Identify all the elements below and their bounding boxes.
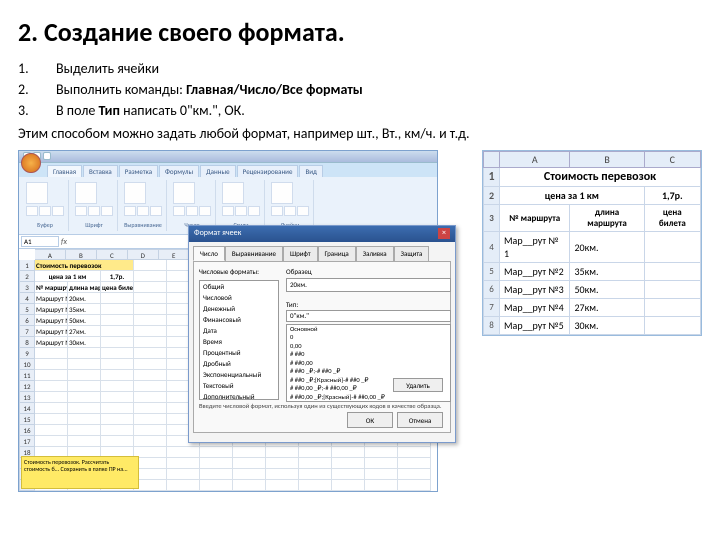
close-icon[interactable]: ×: [438, 228, 450, 239]
ribbon-tab[interactable]: Данные: [200, 165, 236, 177]
comment-note: Стоимость перевозок. Рассчитать стоимост…: [21, 456, 139, 489]
ribbon-tab[interactable]: Разметка: [119, 165, 158, 177]
dialog-tabs[interactable]: ЧислоВыравниваниеШрифтГраницаЗаливкаЗащи…: [189, 242, 455, 261]
dialog-help-text: Введите числовой формат, используя один …: [199, 402, 442, 410]
office-button[interactable]: [21, 153, 41, 173]
ribbon-tab[interactable]: Вставка: [83, 165, 118, 177]
name-box[interactable]: A1: [21, 236, 59, 247]
ribbon-tab[interactable]: Рецензирование: [237, 165, 299, 177]
ribbon-tab[interactable]: Вид: [299, 165, 323, 177]
zoom-table: ABC1Стоимость перевозок2цена за 1 км1,7р…: [482, 150, 702, 336]
page-title: 2. Создание своего формата.: [18, 16, 702, 48]
delete-button[interactable]: Удалить: [393, 378, 443, 392]
format-cells-dialog: Формат ячеек × ЧислоВыравниваниеШрифтГра…: [188, 225, 456, 443]
steps-list: 1.Выделить ячейки2.Выполнить команды: Гл…: [18, 58, 702, 121]
ribbon-tab[interactable]: Формулы: [159, 165, 199, 177]
note-text: Этим способом можно задать любой формат,…: [18, 125, 702, 142]
dialog-title: Формат ячеек: [194, 228, 241, 240]
type-label: Тип:: [286, 300, 298, 309]
sample-label: Образец 20км.: [286, 267, 451, 292]
category-list[interactable]: ОбщийЧисловойДенежныйФинансовыйДатаВремя…: [199, 280, 279, 400]
fx-icon[interactable]: fx: [61, 237, 67, 247]
type-input[interactable]: 0"км.": [286, 310, 451, 322]
ribbon-tab[interactable]: Главная: [47, 165, 82, 177]
ribbon-tabs[interactable]: ГлавнаяВставкаРазметкаФормулыДанныеРецен…: [19, 163, 437, 177]
ok-button[interactable]: ОК: [347, 412, 393, 428]
cancel-button[interactable]: Отмена: [397, 412, 443, 428]
dialog-titlebar[interactable]: Формат ячеек ×: [189, 226, 455, 242]
titlebar: [19, 151, 437, 163]
sample-box: 20км.: [286, 278, 451, 292]
